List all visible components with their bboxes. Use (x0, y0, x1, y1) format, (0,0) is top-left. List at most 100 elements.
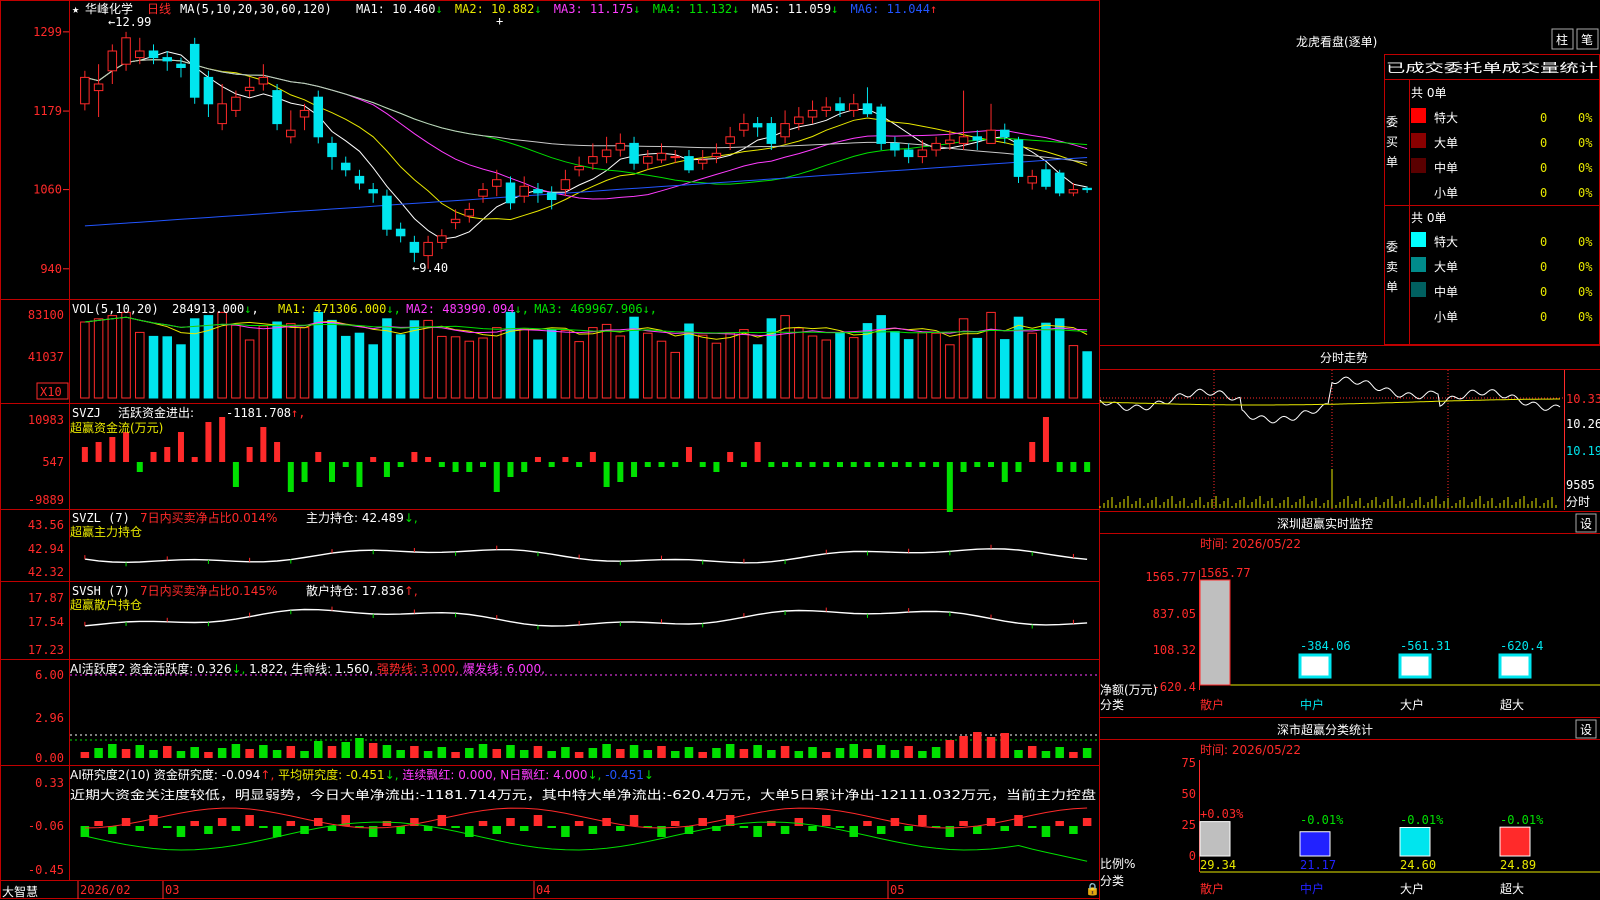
candle[interactable] (670, 150, 680, 164)
candle[interactable] (478, 183, 488, 203)
candle[interactable] (519, 176, 529, 203)
volume-bar[interactable] (203, 315, 214, 399)
volume-bar[interactable] (286, 323, 296, 399)
candle-body[interactable] (958, 136, 969, 144)
candle[interactable] (437, 229, 447, 249)
candle[interactable] (862, 87, 873, 117)
volume-bar[interactable] (107, 315, 118, 399)
candle[interactable] (395, 222, 406, 243)
candle-body[interactable] (629, 142, 639, 164)
volume-bar[interactable] (1054, 318, 1065, 399)
volume-bar[interactable] (643, 332, 653, 399)
candle[interactable] (1082, 186, 1092, 193)
candle[interactable] (203, 70, 214, 117)
candle-body[interactable] (848, 103, 859, 111)
candle-body[interactable] (478, 189, 488, 197)
candle[interactable] (876, 103, 886, 150)
volume-bar[interactable] (1013, 316, 1024, 399)
candle[interactable] (313, 90, 324, 144)
volume-bar[interactable] (533, 339, 543, 399)
candle[interactable] (725, 126, 735, 150)
volume-bar[interactable] (1000, 339, 1010, 399)
candle-body[interactable] (93, 83, 104, 92)
candle[interactable] (903, 143, 914, 164)
candle-body[interactable] (340, 162, 351, 171)
candle-body[interactable] (203, 76, 214, 105)
volume-bar[interactable] (258, 325, 269, 399)
candle-body[interactable] (1082, 187, 1092, 191)
candle-body[interactable] (574, 166, 584, 171)
candle-body[interactable] (1041, 169, 1051, 187)
volume-bar[interactable] (492, 327, 502, 399)
candle-body[interactable] (615, 142, 626, 151)
volume-bar[interactable] (272, 321, 282, 399)
volume-bar[interactable] (574, 341, 584, 399)
lock-icon[interactable]: 🔒 (1085, 882, 1100, 896)
candle-body[interactable] (890, 142, 900, 151)
candle-body[interactable] (382, 195, 392, 230)
trading-chart[interactable]: ★ 华峰化学 日线 MA(5,10,20,30,60,120) MA1: 10.… (0, 0, 1600, 900)
candle[interactable] (848, 93, 859, 117)
candle-body[interactable] (986, 129, 996, 144)
candle-body[interactable] (437, 235, 447, 243)
candle-body[interactable] (684, 156, 694, 171)
volume-bar[interactable] (725, 332, 735, 399)
candle-body[interactable] (601, 149, 612, 158)
volume-bar[interactable] (986, 311, 996, 399)
candle[interactable] (286, 110, 296, 144)
candle[interactable] (217, 84, 227, 131)
candle-body[interactable] (670, 156, 680, 159)
candle-body[interactable] (395, 228, 406, 237)
candle[interactable] (121, 31, 131, 71)
candle-body[interactable] (135, 50, 145, 59)
candle-body[interactable] (217, 103, 227, 125)
candle-body[interactable] (121, 37, 131, 65)
candle-body[interactable] (327, 142, 337, 158)
candle-body[interactable] (286, 129, 296, 138)
volume-bar[interactable] (766, 318, 777, 399)
candle[interactable] (1027, 169, 1037, 190)
candle[interactable] (258, 64, 269, 91)
volume-bar[interactable] (93, 318, 104, 399)
candle[interactable] (340, 156, 351, 177)
candle[interactable] (643, 150, 653, 170)
volume-bar[interactable] (1027, 332, 1037, 399)
volume-bar[interactable] (464, 340, 475, 399)
volume-bar[interactable] (368, 344, 378, 399)
candle-body[interactable] (752, 123, 763, 128)
volume-bar[interactable] (739, 329, 749, 399)
candle[interactable] (780, 110, 790, 144)
candle[interactable] (1054, 169, 1065, 197)
candle[interactable] (711, 143, 722, 164)
candle-body[interactable] (272, 90, 282, 125)
candle-body[interactable] (794, 116, 804, 125)
volume-bar[interactable] (848, 337, 859, 399)
candle[interactable] (972, 130, 983, 150)
volume-bar[interactable] (478, 337, 488, 399)
candle-body[interactable] (80, 76, 90, 105)
volume-bar[interactable] (560, 329, 571, 399)
candle[interactable] (601, 136, 612, 164)
classify-setting-label[interactable]: 设 (1580, 723, 1592, 737)
candle[interactable] (368, 183, 378, 203)
candle-body[interactable] (1054, 172, 1065, 194)
monitor-setting-label[interactable]: 设 (1580, 517, 1592, 531)
candle-body[interactable] (533, 189, 543, 194)
period-label[interactable]: 日线 (147, 2, 171, 16)
volume-bar[interactable] (794, 327, 804, 399)
volume-bar[interactable] (80, 321, 90, 399)
candle[interactable] (189, 37, 200, 104)
candle-body[interactable] (917, 149, 928, 158)
volume-bar[interactable] (450, 336, 461, 399)
candle[interactable] (327, 136, 337, 170)
candle[interactable] (80, 70, 90, 111)
candle[interactable] (821, 97, 832, 117)
volume-bar[interactable] (684, 323, 694, 399)
candle[interactable] (244, 77, 255, 98)
candle-body[interactable] (313, 96, 324, 138)
volume-bar[interactable] (409, 320, 420, 399)
candle[interactable] (890, 136, 900, 157)
candle[interactable] (1041, 163, 1051, 190)
volume-bar[interactable] (876, 315, 886, 399)
candle-body[interactable] (107, 50, 118, 72)
